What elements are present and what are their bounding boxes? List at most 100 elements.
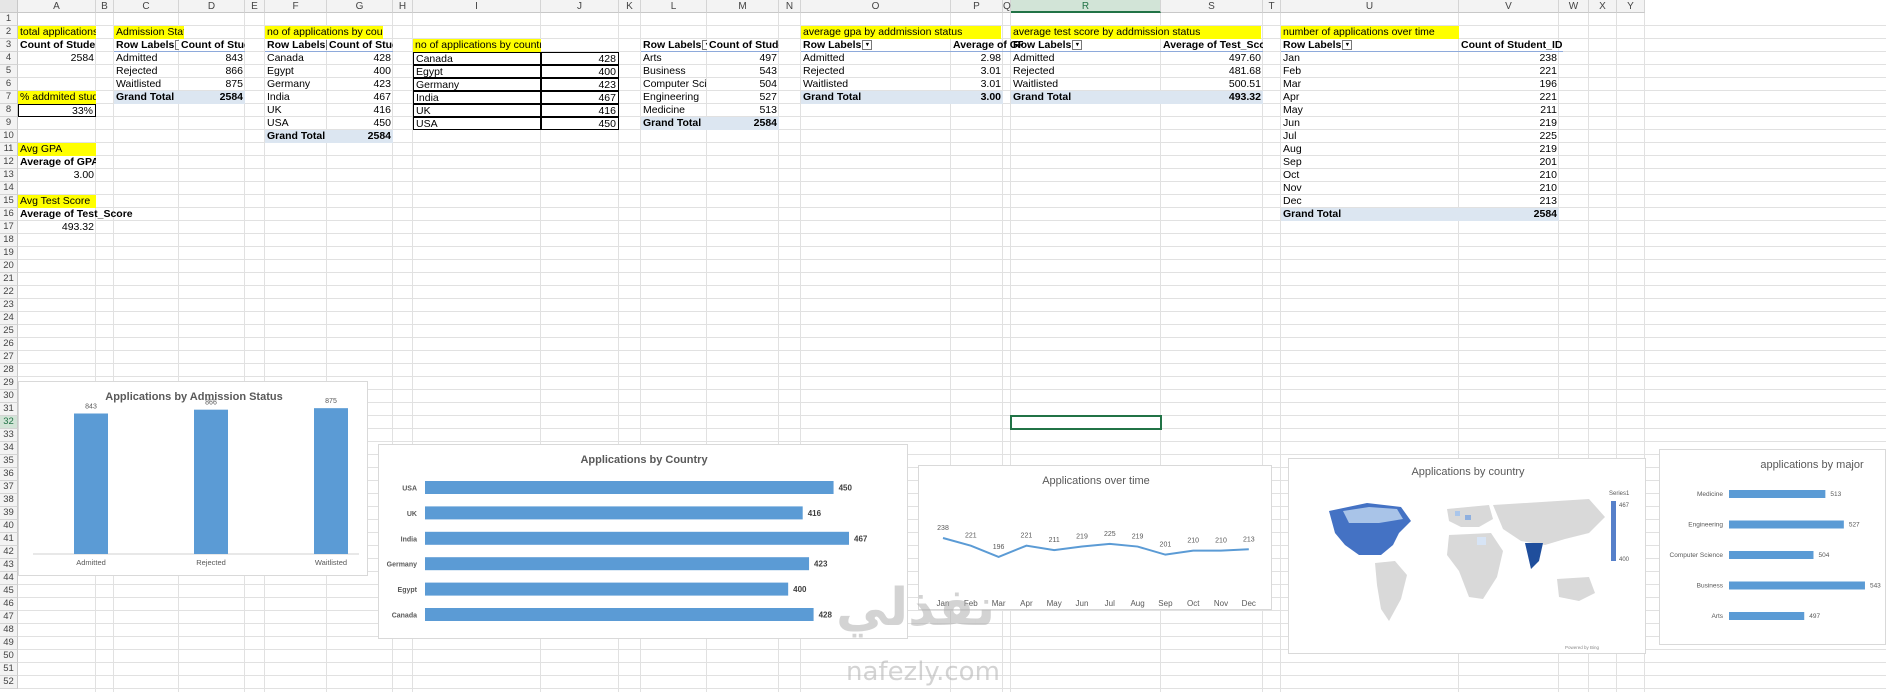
row-header-6[interactable]: 6 xyxy=(0,78,18,91)
pivot-row-value[interactable]: 219 xyxy=(1459,117,1559,130)
filter-dropdown-icon[interactable]: ▾ xyxy=(862,40,873,51)
row-header-1[interactable]: 1 xyxy=(0,13,18,26)
pivot-value-header[interactable]: Count of Student_ID xyxy=(707,39,779,52)
row-header-26[interactable]: 26 xyxy=(0,338,18,351)
pivot-row-value[interactable]: 497 xyxy=(707,52,779,65)
pivot-row-labels[interactable]: Row Labels▾ xyxy=(265,39,327,52)
filter-dropdown-icon[interactable]: ▾ xyxy=(1072,40,1083,51)
row-header-23[interactable]: 23 xyxy=(0,299,18,312)
pivot-row-label[interactable]: Mar xyxy=(1281,78,1459,91)
pivot-row-value[interactable]: 210 xyxy=(1459,182,1559,195)
column-header-H[interactable]: H xyxy=(393,0,413,13)
column-header-J[interactable]: J xyxy=(541,0,619,13)
row-header-32[interactable]: 32 xyxy=(0,416,18,429)
pivot-row-label[interactable]: Jul xyxy=(1281,130,1459,143)
pivot-row-value[interactable]: 527 xyxy=(707,91,779,104)
pivot-grand-total-value[interactable]: 2584 xyxy=(707,117,779,130)
pivot-row-value[interactable]: 196 xyxy=(1459,78,1559,91)
row-header-4[interactable]: 4 xyxy=(0,52,18,65)
pivot-grand-total-value[interactable]: 2584 xyxy=(327,130,393,143)
pivot-row-value[interactable]: 500.51 xyxy=(1161,78,1263,91)
chart-map-by-country[interactable]: Applications by country Series1 467 400 Powe… xyxy=(1288,458,1646,654)
label-apps-by-country[interactable]: no of applications by country xyxy=(265,26,383,39)
pivot-row-label[interactable]: Germany xyxy=(265,78,327,91)
pivot-row-value[interactable]: 221 xyxy=(1459,91,1559,104)
row-header-52[interactable]: 52 xyxy=(0,676,18,689)
row-header-9[interactable]: 9 xyxy=(0,117,18,130)
row-header-5[interactable]: 5 xyxy=(0,65,18,78)
pivot-row-value[interactable]: 467 xyxy=(327,91,393,104)
pivot-row-value[interactable]: 238 xyxy=(1459,52,1559,65)
row-header-46[interactable]: 46 xyxy=(0,598,18,611)
pivot-row-labels[interactable]: Row Labels▾ xyxy=(641,39,707,52)
pivot-row-value[interactable]: 497.60 xyxy=(1161,52,1263,65)
pivot-row-label[interactable]: Jun xyxy=(1281,117,1459,130)
pivot-value-header[interactable]: Average of Test_Score xyxy=(1161,39,1263,52)
column-header-W[interactable]: W xyxy=(1559,0,1589,13)
row-header-2[interactable]: 2 xyxy=(0,26,18,39)
pivot-row-value[interactable]: 866 xyxy=(179,65,245,78)
pivot-row-label[interactable]: Apr xyxy=(1281,91,1459,104)
table-count[interactable]: 428 xyxy=(541,52,619,65)
pivot-row-label[interactable]: Arts xyxy=(641,52,707,65)
pivot-row-value[interactable]: 481.68 xyxy=(1161,65,1263,78)
row-header-44[interactable]: 44 xyxy=(0,572,18,585)
pivot-row-value[interactable]: 3.01 xyxy=(951,65,1003,78)
column-header-F[interactable]: F xyxy=(265,0,327,13)
pivot-row-value[interactable]: 504 xyxy=(707,78,779,91)
active-cell-R32[interactable] xyxy=(1010,415,1162,430)
table-country[interactable]: Egypt xyxy=(413,65,541,78)
pivot-row-label[interactable]: Admitted xyxy=(801,52,951,65)
row-header-37[interactable]: 37 xyxy=(0,481,18,494)
row-header-34[interactable]: 34 xyxy=(0,442,18,455)
row-header-20[interactable]: 20 xyxy=(0,260,18,273)
value-avg-test-score[interactable]: 493.32 xyxy=(18,221,96,234)
row-header-41[interactable]: 41 xyxy=(0,533,18,546)
pivot-row-label[interactable]: Rejected xyxy=(801,65,951,78)
pivot-row-labels[interactable]: Row Labels▾ xyxy=(1011,39,1161,52)
table-country[interactable]: UK xyxy=(413,104,541,117)
row-header-18[interactable]: 18 xyxy=(0,234,18,247)
pivot-row-value[interactable]: 201 xyxy=(1459,156,1559,169)
pivot-value-header[interactable]: Count of Student_ID xyxy=(179,39,245,52)
row-header-11[interactable]: 11 xyxy=(0,143,18,156)
row-header-7[interactable]: 7 xyxy=(0,91,18,104)
column-header-B[interactable]: B xyxy=(96,0,114,13)
column-header-R[interactable]: R xyxy=(1011,0,1161,13)
pivot-row-labels[interactable]: Row Labels▾ xyxy=(114,39,179,52)
row-header-27[interactable]: 27 xyxy=(0,351,18,364)
row-header-51[interactable]: 51 xyxy=(0,663,18,676)
pivot-grand-total-label[interactable]: Grand Total xyxy=(1281,208,1459,221)
column-header-K[interactable]: K xyxy=(619,0,641,13)
pivot-row-label[interactable]: Admitted xyxy=(1011,52,1161,65)
label-admitted-pct[interactable]: % addmited students xyxy=(18,91,96,104)
pivot-row-labels[interactable]: Row Labels▾ xyxy=(801,39,951,52)
row-header-17[interactable]: 17 xyxy=(0,221,18,234)
pivot-grand-total-label[interactable]: Grand Total xyxy=(641,117,707,130)
column-header-S[interactable]: S xyxy=(1161,0,1263,13)
row-header-47[interactable]: 47 xyxy=(0,611,18,624)
row-header-21[interactable]: 21 xyxy=(0,273,18,286)
pivot-grand-total-label[interactable]: Grand Total xyxy=(114,91,179,104)
pivot-grand-total-value[interactable]: 2584 xyxy=(179,91,245,104)
pivot-row-value[interactable]: 450 xyxy=(327,117,393,130)
row-header-13[interactable]: 13 xyxy=(0,169,18,182)
table-country[interactable]: USA xyxy=(413,117,541,130)
label-avg-gpa[interactable]: Avg GPA xyxy=(18,143,96,156)
pivot-grand-total-label[interactable]: Grand Total xyxy=(1011,91,1161,104)
pivot-row-value[interactable]: 210 xyxy=(1459,169,1559,182)
label-admission-status[interactable]: Admission Status xyxy=(114,26,184,39)
row-header-48[interactable]: 48 xyxy=(0,624,18,637)
pivot-row-label[interactable]: Rejected xyxy=(114,65,179,78)
table-count[interactable]: 467 xyxy=(541,91,619,104)
column-header-E[interactable]: E xyxy=(245,0,265,13)
pivot-row-label[interactable]: Sep xyxy=(1281,156,1459,169)
row-header-15[interactable]: 15 xyxy=(0,195,18,208)
row-header-42[interactable]: 42 xyxy=(0,546,18,559)
pivot-grand-total-label[interactable]: Grand Total xyxy=(801,91,951,104)
value-avg-gpa[interactable]: 3.00 xyxy=(18,169,96,182)
row-header-49[interactable]: 49 xyxy=(0,637,18,650)
column-header-M[interactable]: M xyxy=(707,0,779,13)
pivot-row-label[interactable]: Egypt xyxy=(265,65,327,78)
column-header-L[interactable]: L xyxy=(641,0,707,13)
